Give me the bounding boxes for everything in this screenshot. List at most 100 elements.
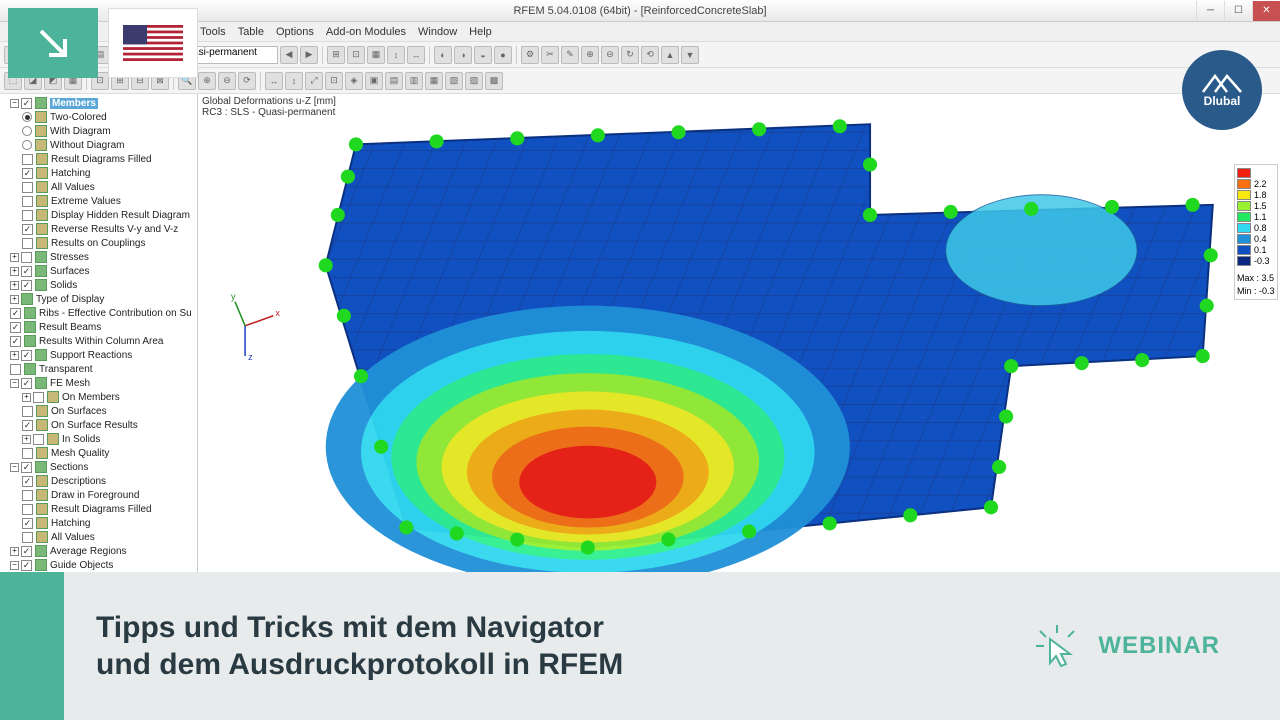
tree-femesh[interactable]: −FE Mesh [2, 376, 195, 390]
tree-twocolored[interactable]: Two-Colored [2, 110, 195, 124]
bottom-banner: Tipps und Tricks mit dem Navigator und d… [0, 572, 1280, 720]
window-title: RFEM 5.04.0108 (64bit) - [ReinforcedConc… [513, 5, 766, 17]
svg-text:y: y [231, 292, 236, 302]
tree-surfaces[interactable]: +Surfaces [2, 264, 195, 278]
overlay-corner-badge [8, 8, 98, 78]
tree-averageregions[interactable]: +Average Regions [2, 544, 195, 558]
close-button[interactable]: ✕ [1252, 1, 1280, 21]
tool-icon[interactable]: ⊕ [198, 72, 216, 90]
tool-icon[interactable]: ⊕ [581, 46, 599, 64]
menu-window[interactable]: Window [418, 26, 457, 38]
tree-allvalues[interactable]: All Values [2, 180, 195, 194]
banner-title: Tipps und Tricks mit dem Navigator und d… [96, 609, 623, 684]
tool-icon[interactable]: ▣ [365, 72, 383, 90]
dlubal-logo: Dlubal [1182, 50, 1262, 130]
banner-right: WEBINAR [1034, 623, 1220, 669]
tool-icon[interactable]: ▲ [661, 46, 679, 64]
minimize-button[interactable]: ─ [1196, 1, 1224, 21]
tool-icon[interactable]: ⊞ [327, 46, 345, 64]
tool-icon[interactable]: ▩ [485, 72, 503, 90]
app-window: RFEM 5.04.0108 (64bit) - [ReinforcedConc… [0, 0, 1280, 572]
tool-icon[interactable]: ◑ [454, 46, 472, 64]
tool-icon[interactable]: ▨ [465, 72, 483, 90]
tree-supportreactions[interactable]: +Support Reactions [2, 348, 195, 362]
tool-icon[interactable]: ▧ [445, 72, 463, 90]
tool-icon[interactable]: ◐ [434, 46, 452, 64]
overlay-flag-us [108, 8, 198, 78]
window-controls: ─ ☐ ✕ [1196, 1, 1280, 21]
tool-icon[interactable]: ↔ [407, 46, 425, 64]
menu-options[interactable]: Options [276, 26, 314, 38]
tree-resultdiagramsfilled[interactable]: Result Diagrams Filled [2, 152, 195, 166]
tool-icon[interactable]: ▦ [367, 46, 385, 64]
maximize-button[interactable]: ☐ [1224, 1, 1252, 21]
tree-descriptions[interactable]: Descriptions [2, 474, 195, 488]
tree-insolids[interactable]: +In Solids [2, 432, 195, 446]
svg-text:z: z [248, 352, 253, 362]
tree-solids[interactable]: +Solids [2, 278, 195, 292]
tool-icon[interactable]: ⊡ [325, 72, 343, 90]
tree-stresses[interactable]: +Stresses [2, 250, 195, 264]
tree-transparent[interactable]: Transparent [2, 362, 195, 376]
tool-icon[interactable]: ⚙ [521, 46, 539, 64]
tool-icon[interactable]: ⊖ [218, 72, 236, 90]
tool-icon[interactable]: ◒ [474, 46, 492, 64]
tool-icon[interactable]: ▦ [425, 72, 443, 90]
tool-icon[interactable]: ↻ [621, 46, 639, 64]
tool-icon[interactable]: ⊡ [347, 46, 365, 64]
webinar-label: WEBINAR [1098, 632, 1220, 660]
tree-displayhidden[interactable]: Display Hidden Result Diagram [2, 208, 195, 222]
tree-guideobjects[interactable]: −Guide Objects [2, 558, 195, 572]
tool-icon[interactable]: ⟳ [238, 72, 256, 90]
color-legend: 2.2 1.8 1.5 1.1 0.8 0.4 0.1 -0.3 Max : 3… [1234, 164, 1278, 300]
banner-accent [0, 572, 64, 720]
tree-onsurfaceresults[interactable]: On Surface Results [2, 418, 195, 432]
tree-sections[interactable]: −Sections [2, 460, 195, 474]
tree-drawinforeground[interactable]: Draw in Foreground [2, 488, 195, 502]
tree-onmembers[interactable]: +On Members [2, 390, 195, 404]
tool-icon[interactable]: ◈ [345, 72, 363, 90]
tree-reverse[interactable]: Reverse Results V-y and V-z [2, 222, 195, 236]
tree-members[interactable]: −Members [2, 96, 195, 110]
tree-resultswithincol[interactable]: Results Within Column Area [2, 334, 195, 348]
content-area: −Members Two-Colored With Diagram Withou… [0, 94, 1280, 598]
cursor-click-icon [1034, 623, 1080, 669]
tree-extremevalues[interactable]: Extreme Values [2, 194, 195, 208]
tool-icon[interactable]: ⟲ [641, 46, 659, 64]
tool-icon[interactable]: ▼ [681, 46, 699, 64]
tool-icon[interactable]: ↕ [387, 46, 405, 64]
tool-icon[interactable]: ↕ [285, 72, 303, 90]
tool-icon[interactable]: ⤢ [305, 72, 323, 90]
tool-icon[interactable]: ↔ [265, 72, 283, 90]
viewport[interactable]: Global Deformations u-Z [mm] RC3 : SLS -… [198, 94, 1280, 598]
tool-icon[interactable]: ▥ [405, 72, 423, 90]
tree-hatching2[interactable]: Hatching [2, 516, 195, 530]
menu-tools[interactable]: Tools [200, 26, 226, 38]
tool-icon[interactable]: ▤ [385, 72, 403, 90]
tool-icon[interactable]: ● [494, 46, 512, 64]
navigator-panel: −Members Two-Colored With Diagram Withou… [0, 94, 198, 598]
tree-resultdiagramsfilled2[interactable]: Result Diagrams Filled [2, 502, 195, 516]
tool-icon[interactable]: ✂ [541, 46, 559, 64]
tree-resultbeams[interactable]: Result Beams [2, 320, 195, 334]
deformation-plot: x y z [198, 94, 1280, 598]
tool-icon[interactable]: ✎ [561, 46, 579, 64]
svg-text:x: x [275, 308, 280, 318]
tree-typeofdisplay[interactable]: +Type of Display [2, 292, 195, 306]
navigator-tree: −Members Two-Colored With Diagram Withou… [0, 94, 197, 598]
menu-table[interactable]: Table [238, 26, 264, 38]
tree-withdiagram[interactable]: With Diagram [2, 124, 195, 138]
tree-hatching[interactable]: Hatching [2, 166, 195, 180]
tree-meshquality[interactable]: Mesh Quality [2, 446, 195, 460]
tree-couplings[interactable]: Results on Couplings [2, 236, 195, 250]
menu-help[interactable]: Help [469, 26, 492, 38]
viewport-label: Global Deformations u-Z [mm] RC3 : SLS -… [202, 96, 336, 118]
tool-icon[interactable]: ⊖ [601, 46, 619, 64]
tool-icon[interactable]: ▶ [300, 46, 318, 64]
tree-allvalues2[interactable]: All Values [2, 530, 195, 544]
tree-ribs[interactable]: Ribs - Effective Contribution on Su [2, 306, 195, 320]
tool-icon[interactable]: ◀ [280, 46, 298, 64]
tree-withoutdiagram[interactable]: Without Diagram [2, 138, 195, 152]
tree-onsurfaces[interactable]: On Surfaces [2, 404, 195, 418]
menu-addon[interactable]: Add-on Modules [326, 26, 406, 38]
